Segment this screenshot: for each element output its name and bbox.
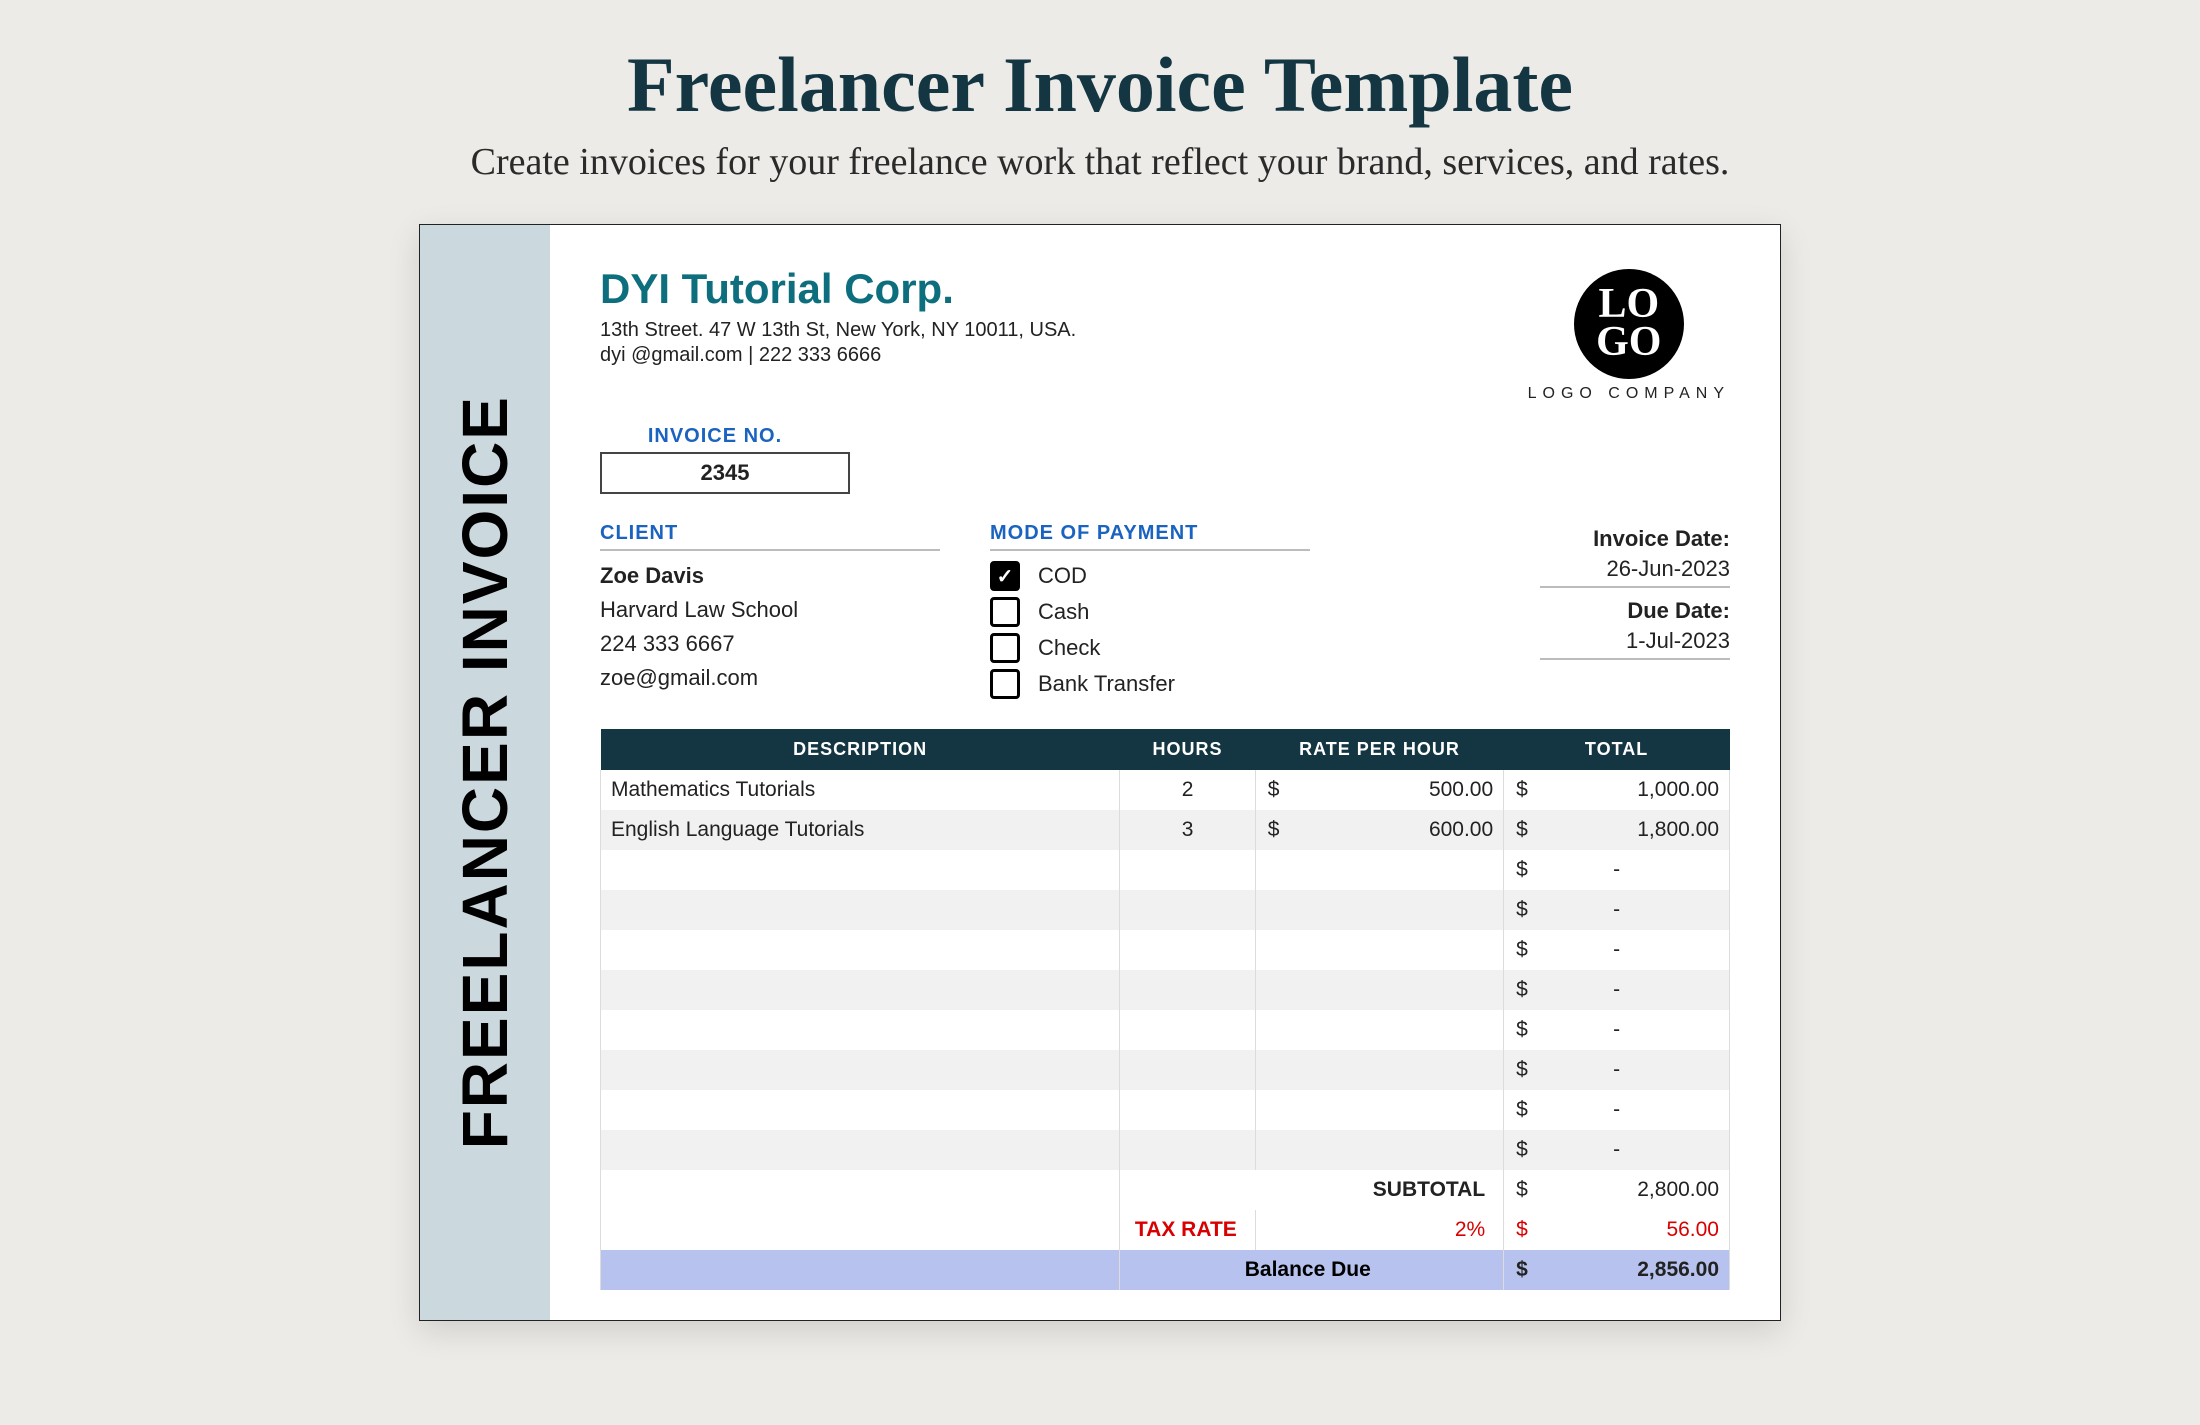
table-row: $- (601, 890, 1730, 930)
money-cell: $500.00 (1255, 770, 1503, 810)
tax-pct: 2% (1255, 1210, 1503, 1250)
table-row: $- (601, 1010, 1730, 1050)
payment-option-label: Cash (1038, 599, 1089, 625)
due-date-label: Due Date: (1627, 598, 1730, 624)
table-row: $- (601, 1050, 1730, 1090)
invoice-document: FREELANCER INVOICE DYI Tutorial Corp. 13… (419, 224, 1781, 1321)
client-name: Zoe Davis (600, 563, 940, 589)
subtotal-row: SUBTOTAL$2,800.00 (601, 1170, 1730, 1210)
cell-hours: 3 (1120, 810, 1255, 850)
page-title: Freelancer Invoice Template (0, 40, 2200, 130)
payment-option-label: Bank Transfer (1038, 671, 1175, 697)
money-cell: $- (1504, 1090, 1730, 1130)
payment-option-label: COD (1038, 563, 1087, 589)
col-rate: RATE PER HOUR (1255, 729, 1503, 770)
logo-icon: LO GO (1574, 269, 1684, 379)
side-rail: FREELANCER INVOICE (420, 225, 550, 1320)
company-name: DYI Tutorial Corp. (600, 265, 1076, 313)
invoice-date-value: 26-Jun-2023 (1540, 552, 1730, 588)
payment-option: ✓ COD (990, 561, 1310, 591)
col-description: DESCRIPTION (601, 729, 1120, 770)
tax-row: TAX RATE2%$56.00 (601, 1210, 1730, 1250)
payment-option-label: Check (1038, 635, 1100, 661)
client-email: zoe@gmail.com (600, 665, 940, 691)
money-cell: $- (1504, 1010, 1730, 1050)
side-rail-text: FREELANCER INVOICE (448, 395, 522, 1149)
money-cell: $600.00 (1255, 810, 1503, 850)
company-address: 13th Street. 47 W 13th St, New York, NY … (600, 319, 1076, 342)
money-cell: $2,800.00 (1504, 1170, 1730, 1210)
payment-label: MODE OF PAYMENT (990, 522, 1310, 551)
invoice-no-value: 2345 (600, 452, 850, 494)
checkbox-icon (990, 669, 1020, 699)
money-cell: $- (1504, 930, 1730, 970)
money-cell: $1,800.00 (1504, 810, 1730, 850)
payment-option: Cash (990, 597, 1310, 627)
client-org: Harvard Law School (600, 597, 940, 623)
money-cell: $1,000.00 (1504, 770, 1730, 810)
line-items-table: DESCRIPTION HOURS RATE PER HOUR TOTAL Ma… (600, 729, 1730, 1290)
invoice-date-label: Invoice Date: (1593, 526, 1730, 552)
money-cell: $- (1504, 890, 1730, 930)
client-phone: 224 333 6667 (600, 631, 940, 657)
checkbox-icon (990, 597, 1020, 627)
subtotal-label: SUBTOTAL (1120, 1170, 1504, 1210)
money-cell: $56.00 (1504, 1210, 1730, 1250)
balance-row: Balance Due$2,856.00 (601, 1250, 1730, 1290)
table-row: $- (601, 970, 1730, 1010)
table-row: $- (601, 850, 1730, 890)
money-cell: $- (1504, 1130, 1730, 1170)
cell-description: Mathematics Tutorials (601, 770, 1120, 810)
table-row: $- (601, 1130, 1730, 1170)
balance-label: Balance Due (1120, 1250, 1504, 1290)
table-row: English Language Tutorials3$600.00$1,800… (601, 810, 1730, 850)
page-subtitle: Create invoices for your freelance work … (0, 140, 2200, 184)
client-label: CLIENT (600, 522, 940, 551)
tax-label: TAX RATE (1120, 1210, 1255, 1250)
checkbox-icon (990, 633, 1020, 663)
invoice-no-label: INVOICE NO. (600, 425, 830, 448)
table-row: $- (601, 1090, 1730, 1130)
payment-option: Bank Transfer (990, 669, 1310, 699)
money-cell: $- (1504, 970, 1730, 1010)
logo: LO GO LOGO COMPANY (1528, 269, 1730, 403)
money-cell: $- (1504, 850, 1730, 890)
money-cell: $- (1504, 1050, 1730, 1090)
money-cell: $2,856.00 (1504, 1250, 1730, 1290)
logo-caption: LOGO COMPANY (1528, 385, 1730, 403)
cell-description: English Language Tutorials (601, 810, 1120, 850)
company-contact: dyi @gmail.com | 222 333 6666 (600, 344, 1076, 367)
checkbox-icon: ✓ (990, 561, 1020, 591)
cell-hours: 2 (1120, 770, 1255, 810)
col-hours: HOURS (1120, 729, 1255, 770)
table-row: $- (601, 930, 1730, 970)
table-row: Mathematics Tutorials2$500.00$1,000.00 (601, 770, 1730, 810)
payment-option: Check (990, 633, 1310, 663)
due-date-value: 1-Jul-2023 (1540, 624, 1730, 660)
col-total: TOTAL (1504, 729, 1730, 770)
